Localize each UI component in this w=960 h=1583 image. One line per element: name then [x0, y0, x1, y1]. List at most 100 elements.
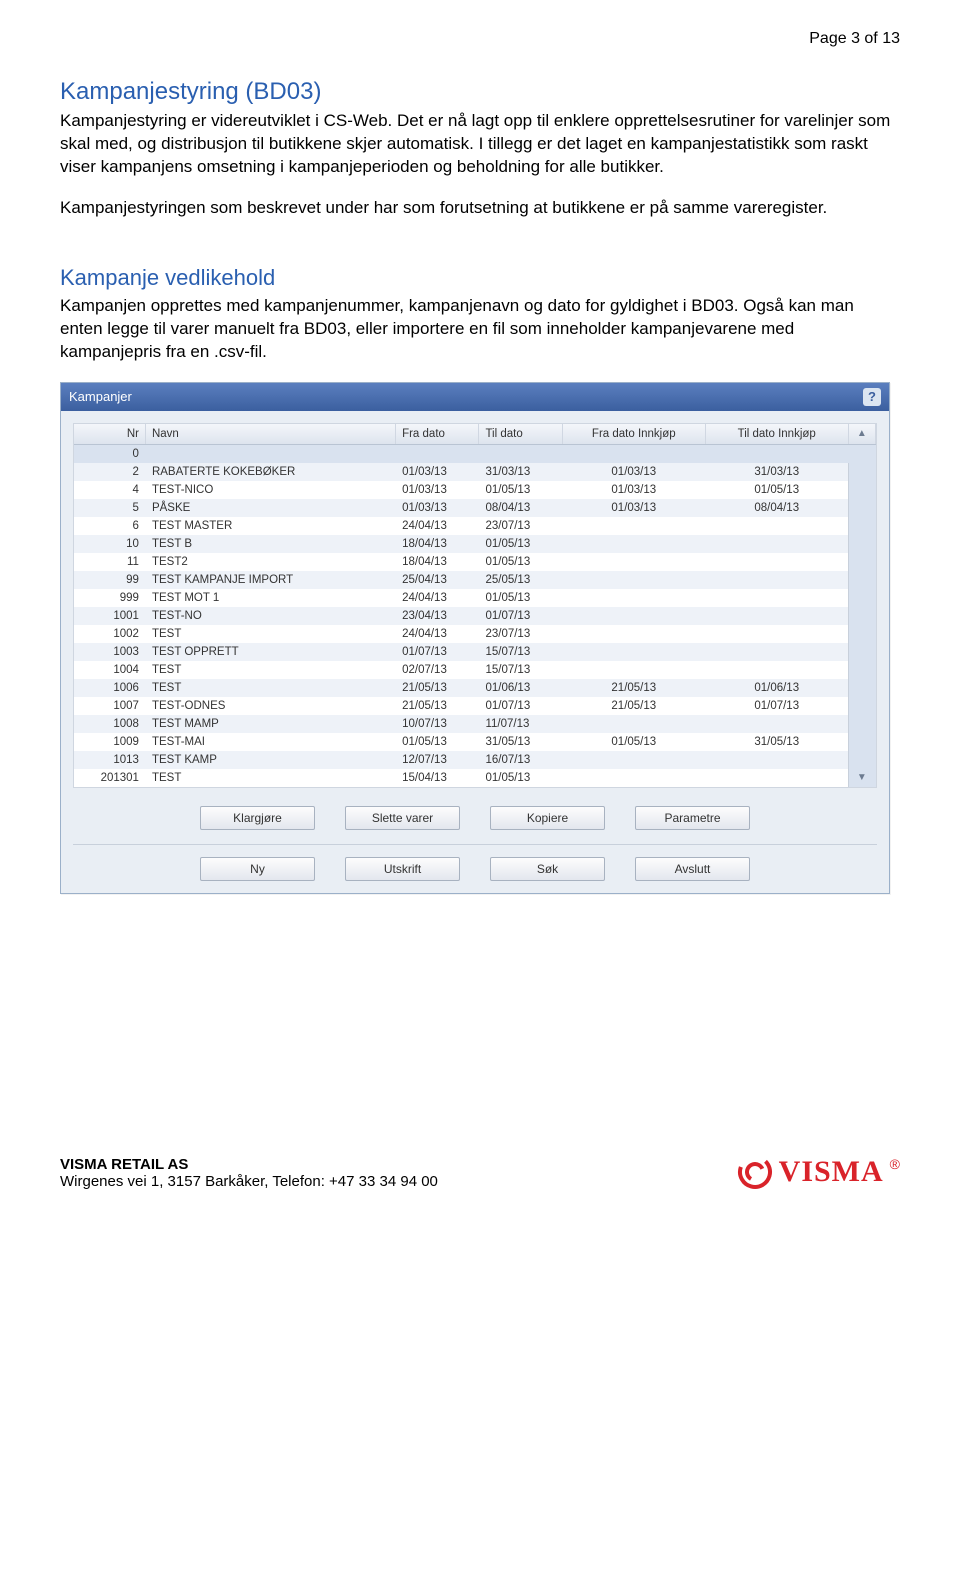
help-icon[interactable]: ? [863, 388, 881, 406]
cell-fra-innkjop [562, 643, 705, 661]
table-row[interactable]: 1003TEST OPPRETT01/07/1315/07/13 [74, 643, 876, 661]
cell-nr: 0 [74, 444, 145, 463]
table-header-row: Nr Navn Fra dato Til dato Fra dato Innkj… [74, 424, 876, 445]
cell-til: 15/07/13 [479, 661, 562, 679]
paragraph-2: Kampanjestyringen som beskrevet under ha… [60, 197, 900, 220]
btn-kopiere[interactable]: Kopiere [490, 806, 605, 830]
table-row[interactable]: 10TEST B18/04/1301/05/13 [74, 535, 876, 553]
col-fra[interactable]: Fra dato [396, 424, 479, 445]
table-row[interactable]: 1002TEST24/04/1323/07/13 [74, 625, 876, 643]
cell-til: 16/07/13 [479, 751, 562, 769]
table-row[interactable]: 1008TEST MAMP10/07/1311/07/13 [74, 715, 876, 733]
btn-avslutt[interactable]: Avslutt [635, 857, 750, 881]
cell-til: 01/05/13 [479, 589, 562, 607]
cell-navn: PÅSKE [145, 499, 395, 517]
cell-nr: 2 [74, 463, 145, 481]
scrollbar-up-cell[interactable]: ▲ [848, 424, 875, 445]
cell-fra: 01/07/13 [396, 643, 479, 661]
btn-utskrift[interactable]: Utskrift [345, 857, 460, 881]
table-row[interactable]: 11TEST218/04/1301/05/13 [74, 553, 876, 571]
cell-navn: TEST-NO [145, 607, 395, 625]
scrollbar-down-icon[interactable]: ▼ [855, 772, 869, 784]
app-titlebar: Kampanjer ? [61, 383, 889, 411]
scrollbar-track[interactable]: ▼ [848, 444, 875, 787]
cell-til-innkjop [705, 625, 848, 643]
cell-nr: 1002 [74, 625, 145, 643]
cell-til-innkjop [705, 643, 848, 661]
cell-fra: 01/03/13 [396, 481, 479, 499]
table-row[interactable]: 4TEST-NICO01/03/1301/05/1301/03/1301/05/… [74, 481, 876, 499]
cell-fra-innkjop [562, 517, 705, 535]
visma-logo: VISMA ® [737, 1154, 900, 1190]
cell-til-innkjop [705, 769, 848, 787]
footer-address: Wirgenes vei 1, 3157 Barkåker, Telefon: … [60, 1173, 438, 1190]
cell-fra: 18/04/13 [396, 553, 479, 571]
cell-nr: 11 [74, 553, 145, 571]
cell-fra-innkjop [562, 571, 705, 589]
cell-til-innkjop: 01/06/13 [705, 679, 848, 697]
cell-til: 08/04/13 [479, 499, 562, 517]
cell-nr: 1001 [74, 607, 145, 625]
cell-navn: TEST B [145, 535, 395, 553]
table-row[interactable]: 999TEST MOT 124/04/1301/05/13 [74, 589, 876, 607]
btn-slette-varer[interactable]: Slette varer [345, 806, 460, 830]
cell-navn: TEST KAMP [145, 751, 395, 769]
cell-til-innkjop [705, 751, 848, 769]
table-row[interactable]: 1009TEST-MAI01/05/1331/05/1301/05/1331/0… [74, 733, 876, 751]
cell-navn: TEST [145, 661, 395, 679]
cell-til: 01/05/13 [479, 535, 562, 553]
table-row[interactable]: 201301TEST15/04/1301/05/13 [74, 769, 876, 787]
cell-nr: 4 [74, 481, 145, 499]
table-row[interactable]: 1013TEST KAMP12/07/1316/07/13 [74, 751, 876, 769]
cell-navn: TEST [145, 625, 395, 643]
btn-parametre[interactable]: Parametre [635, 806, 750, 830]
col-til-innkjop[interactable]: Til dato Innkjøp [705, 424, 848, 445]
cell-fra-innkjop [562, 661, 705, 679]
cell-nr: 99 [74, 571, 145, 589]
cell-nr: 1003 [74, 643, 145, 661]
cell-fra-innkjop: 01/03/13 [562, 463, 705, 481]
cell-nr: 10 [74, 535, 145, 553]
col-nr[interactable]: Nr [74, 424, 145, 445]
page-indicator: Page 3 of 13 [60, 30, 900, 48]
cell-til: 23/07/13 [479, 517, 562, 535]
table-row[interactable]: 2RABATERTE KOKEBØKER01/03/1331/03/1301/0… [74, 463, 876, 481]
cell-fra: 12/07/13 [396, 751, 479, 769]
table-row[interactable]: 0▼ [74, 444, 876, 463]
cell-til: 23/07/13 [479, 625, 562, 643]
col-til[interactable]: Til dato [479, 424, 562, 445]
cell-til: 01/05/13 [479, 769, 562, 787]
cell-fra: 01/03/13 [396, 463, 479, 481]
table-row[interactable]: 99TEST KAMPANJE IMPORT25/04/1325/05/13 [74, 571, 876, 589]
cell-navn: TEST2 [145, 553, 395, 571]
btn-klargjore[interactable]: Klargjøre [200, 806, 315, 830]
cell-fra: 15/04/13 [396, 769, 479, 787]
col-fra-innkjop[interactable]: Fra dato Innkjøp [562, 424, 705, 445]
table-row[interactable]: 1004TEST02/07/1315/07/13 [74, 661, 876, 679]
cell-navn: TEST [145, 769, 395, 787]
cell-fra [396, 444, 479, 463]
table-row[interactable]: 1007TEST-ODNES21/05/1301/07/1321/05/1301… [74, 697, 876, 715]
table-row[interactable]: 1006TEST21/05/1301/06/1321/05/1301/06/13 [74, 679, 876, 697]
table-row[interactable]: 6TEST MASTER24/04/1323/07/13 [74, 517, 876, 535]
cell-til: 01/06/13 [479, 679, 562, 697]
cell-fra-innkjop [562, 715, 705, 733]
cell-til-innkjop [705, 607, 848, 625]
cell-navn: TEST-NICO [145, 481, 395, 499]
cell-til: 01/07/13 [479, 697, 562, 715]
btn-ny[interactable]: Ny [200, 857, 315, 881]
cell-til: 11/07/13 [479, 715, 562, 733]
cell-til: 15/07/13 [479, 643, 562, 661]
btn-sok[interactable]: Søk [490, 857, 605, 881]
cell-til-innkjop [705, 589, 848, 607]
registered-icon: ® [890, 1156, 900, 1172]
cell-til: 01/05/13 [479, 481, 562, 499]
table-row[interactable]: 5PÅSKE01/03/1308/04/1301/03/1308/04/13 [74, 499, 876, 517]
cell-fra: 01/05/13 [396, 733, 479, 751]
cell-fra-innkjop [562, 589, 705, 607]
cell-fra: 24/04/13 [396, 589, 479, 607]
table-row[interactable]: 1001TEST-NO23/04/1301/07/13 [74, 607, 876, 625]
cell-nr: 1004 [74, 661, 145, 679]
col-navn[interactable]: Navn [145, 424, 395, 445]
cell-til-innkjop: 01/07/13 [705, 697, 848, 715]
